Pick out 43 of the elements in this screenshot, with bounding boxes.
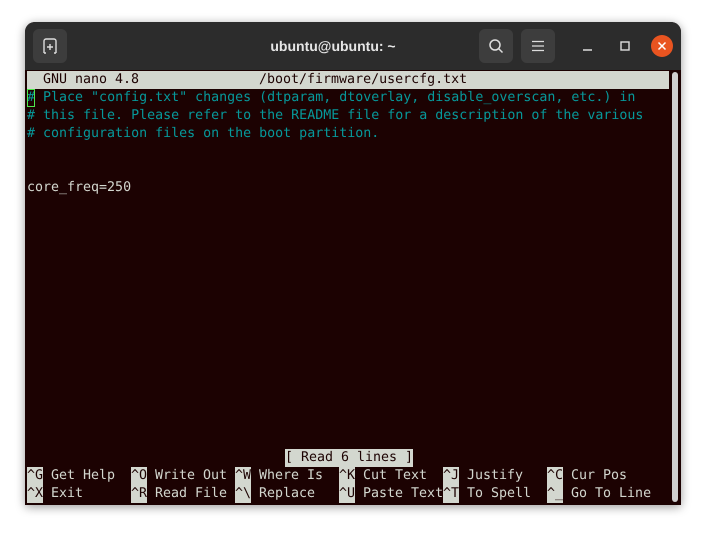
shortcut-label: Get Help (51, 467, 116, 485)
code-line: core_freq=250 (27, 179, 132, 197)
close-button[interactable] (651, 35, 673, 57)
shortcut-key: ^W (235, 467, 252, 485)
shortcut-label: Cur Pos (571, 467, 628, 485)
shortcut-label: Go To Line (571, 485, 652, 503)
new-tab-icon (42, 38, 58, 54)
shortcut-label: Exit (51, 485, 84, 503)
comment-line: # configuration files on the boot partition. (27, 125, 380, 143)
file-name: /boot/firmware/usercfg.txt (259, 71, 468, 89)
shortcut-label: Replace (259, 485, 316, 503)
shortcut-label: Where Is (259, 467, 324, 485)
search-button[interactable] (479, 29, 513, 63)
shortcut-key: ^J (443, 467, 460, 485)
menu-button[interactable] (521, 29, 555, 63)
code-line: Place "config.txt" changes (dtparam, dtoverlay, disable_overscan, etc.) in (42, 89, 636, 107)
new-tab-button[interactable] (33, 29, 67, 63)
shortcut-key: ^K (339, 467, 356, 485)
shortcut-label: Paste Text (363, 485, 444, 503)
shortcut-key: ^T (443, 485, 460, 503)
shortcut-key: ^G (27, 467, 44, 485)
shortcut-key: ^_ (547, 485, 564, 503)
window-title: ubuntu@ubuntu: ~ (270, 36, 396, 56)
shortcut-key: ^C (547, 467, 564, 485)
shortcut-label: Justify (467, 467, 524, 485)
close-icon (657, 41, 667, 51)
minimize-icon (582, 49, 592, 51)
search-icon (488, 38, 504, 54)
shortcut-key: ^X (27, 485, 44, 503)
shortcut-label: Cut Text (363, 467, 428, 485)
shortcut-key: ^\ (235, 485, 252, 503)
maximize-icon (620, 41, 630, 51)
program-version: GNU nano 4.8 (43, 71, 140, 89)
shortcut-label: To Spell (467, 485, 532, 503)
shortcut-key: ^R (131, 485, 148, 503)
shortcut-label: Write Out (155, 467, 228, 485)
menu-icon (531, 40, 545, 52)
status-message: [ Read 6 lines ] (284, 449, 414, 467)
shortcut-key: ^U (339, 485, 356, 503)
comment-line: # this file. Please refer to the README file for a description of the various (27, 107, 644, 125)
scrollbar-thumb[interactable] (672, 72, 678, 502)
shortcut-key: ^O (131, 467, 148, 485)
shortcut-label: Read File (155, 485, 228, 503)
